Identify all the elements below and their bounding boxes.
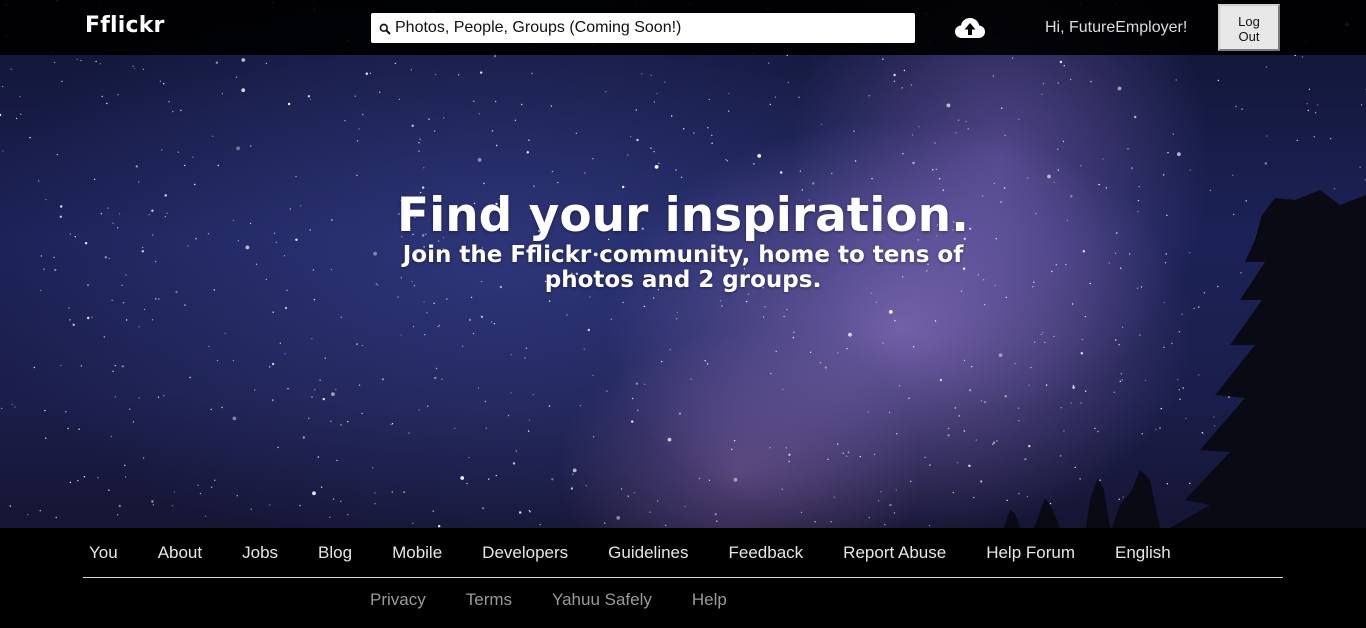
cloud-upload-icon[interactable]	[954, 16, 986, 40]
footer-link-help[interactable]: Help	[692, 590, 727, 610]
site-logo[interactable]: Fflickr	[85, 13, 165, 38]
footer-link-language[interactable]: English	[1115, 543, 1171, 563]
footer: You About Jobs Blog Mobile Developers Gu…	[0, 528, 1366, 628]
footer-link-report-abuse[interactable]: Report Abuse	[843, 543, 946, 563]
footer-link-you[interactable]: You	[89, 543, 118, 563]
footer-link-guidelines[interactable]: Guidelines	[608, 543, 688, 563]
hero-title: Find your inspiration.	[397, 188, 969, 243]
footer-legal-links: Privacy Terms Yahuu Safely Help	[370, 590, 767, 610]
footer-link-privacy[interactable]: Privacy	[370, 590, 426, 610]
search-input[interactable]	[395, 19, 895, 37]
footer-nav: You About Jobs Blog Mobile Developers Gu…	[83, 528, 1283, 578]
search-bar[interactable]	[371, 13, 915, 43]
footer-link-mobile[interactable]: Mobile	[392, 543, 442, 563]
top-header: Fflickr Hi, FutureEmployer! Log Out	[0, 0, 1366, 55]
footer-link-terms[interactable]: Terms	[466, 590, 512, 610]
footer-link-about[interactable]: About	[158, 543, 202, 563]
footer-link-help-forum[interactable]: Help Forum	[986, 543, 1075, 563]
hero-subtitle: Join the Fflickr community, home to tens…	[402, 242, 964, 293]
footer-link-developers[interactable]: Developers	[482, 543, 568, 563]
user-greeting: Hi, FutureEmployer!	[1045, 19, 1188, 36]
page: Fflickr Hi, FutureEmployer! Log Out Find…	[0, 0, 1366, 628]
footer-link-blog[interactable]: Blog	[318, 543, 352, 563]
footer-link-jobs[interactable]: Jobs	[242, 543, 278, 563]
logout-button[interactable]: Log Out	[1218, 4, 1280, 51]
footer-link-feedback[interactable]: Feedback	[729, 543, 804, 563]
footer-link-safely[interactable]: Yahuu Safely	[552, 590, 652, 610]
search-icon	[379, 22, 391, 35]
